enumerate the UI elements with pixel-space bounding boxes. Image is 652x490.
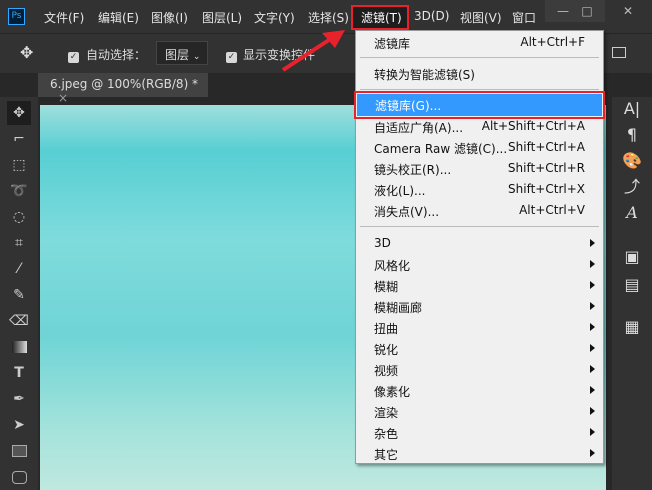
- submenu-arrow-icon: [590, 302, 595, 310]
- item-label: 渲染: [374, 406, 399, 420]
- submenu-blur-gallery[interactable]: 模糊画廊: [356, 296, 603, 317]
- filter-dropdown-menu: 滤镜库 Alt+Ctrl+F 转换为智能滤镜(S) 滤镜库(G)... 自适应广角…: [354, 30, 605, 464]
- menu-separator: [360, 57, 599, 58]
- item-label: 3D: [374, 236, 391, 250]
- submenu-arrow-icon: [590, 281, 595, 289]
- submenu-stylize[interactable]: 风格化: [356, 254, 603, 275]
- item-label: 视频: [374, 364, 399, 378]
- submenu-arrow-icon: [590, 239, 595, 247]
- submenu-arrow-icon: [590, 407, 595, 415]
- item-shortcut: Shift+Ctrl+R: [507, 161, 585, 175]
- item-shortcut: Alt+Ctrl+V: [519, 203, 585, 217]
- annotation-arrow-1: [281, 34, 337, 72]
- submenu-render[interactable]: 渲染: [356, 401, 603, 422]
- item-label: 模糊: [374, 280, 399, 294]
- item-label: Camera Raw 滤镜(C)...: [374, 142, 508, 156]
- menu-item-vanishing-point[interactable]: 消失点(V)... Alt+Ctrl+V: [356, 200, 603, 221]
- menu-item-filter-gallery-last[interactable]: 滤镜库 Alt+Ctrl+F: [356, 32, 603, 53]
- menu-separator: [360, 226, 599, 227]
- item-label: 杂色: [374, 427, 399, 441]
- menu-item-camera-raw[interactable]: Camera Raw 滤镜(C)... Shift+Ctrl+A: [356, 137, 603, 158]
- item-label: 滤镜库(G)...: [375, 99, 442, 113]
- item-shortcut: Shift+Ctrl+A: [508, 140, 585, 154]
- submenu-arrow-icon: [590, 323, 595, 331]
- item-label: 自适应广角(A)...: [374, 121, 464, 135]
- item-shortcut: Shift+Ctrl+X: [508, 182, 585, 196]
- submenu-arrow-icon: [590, 365, 595, 373]
- submenu-arrow-icon: [590, 260, 595, 268]
- submenu-pixelate[interactable]: 像素化: [356, 380, 603, 401]
- item-label: 转换为智能滤镜(S): [374, 68, 475, 82]
- item-label: 滤镜库: [374, 37, 411, 51]
- item-label: 其它: [374, 448, 399, 462]
- menu-item-convert-smart-filter[interactable]: 转换为智能滤镜(S): [356, 63, 603, 84]
- item-label: 像素化: [374, 385, 411, 399]
- submenu-other[interactable]: 其它: [356, 443, 603, 464]
- item-label: 消失点(V)...: [374, 205, 440, 219]
- menu-item-adaptive-wide-angle[interactable]: 自适应广角(A)... Alt+Shift+Ctrl+A: [356, 116, 603, 137]
- submenu-arrow-icon: [590, 428, 595, 436]
- submenu-sharpen[interactable]: 锐化: [356, 338, 603, 359]
- menu-item-filter-gallery[interactable]: 滤镜库(G)...: [354, 91, 605, 119]
- item-label: 扭曲: [374, 322, 399, 336]
- submenu-distort[interactable]: 扭曲: [356, 317, 603, 338]
- submenu-video[interactable]: 视频: [356, 359, 603, 380]
- menu-item-lens-correction[interactable]: 镜头校正(R)... Shift+Ctrl+R: [356, 158, 603, 179]
- submenu-arrow-icon: [590, 344, 595, 352]
- submenu-arrow-icon: [590, 386, 595, 394]
- item-label: 风格化: [374, 259, 411, 273]
- item-shortcut: Alt+Shift+Ctrl+A: [481, 119, 585, 133]
- submenu-3d[interactable]: 3D: [356, 233, 603, 254]
- menu-separator: [360, 89, 599, 90]
- item-label: 液化(L)...: [374, 184, 426, 198]
- submenu-arrow-icon: [590, 449, 595, 457]
- item-shortcut: Alt+Ctrl+F: [520, 35, 585, 49]
- item-label: 镜头校正(R)...: [374, 163, 452, 177]
- annotation-arrowhead-1: [322, 30, 345, 48]
- item-label: 模糊画廊: [374, 301, 423, 315]
- submenu-noise[interactable]: 杂色: [356, 422, 603, 443]
- item-label: 锐化: [374, 343, 399, 357]
- menu-item-liquify[interactable]: 液化(L)... Shift+Ctrl+X: [356, 179, 603, 200]
- submenu-blur[interactable]: 模糊: [356, 275, 603, 296]
